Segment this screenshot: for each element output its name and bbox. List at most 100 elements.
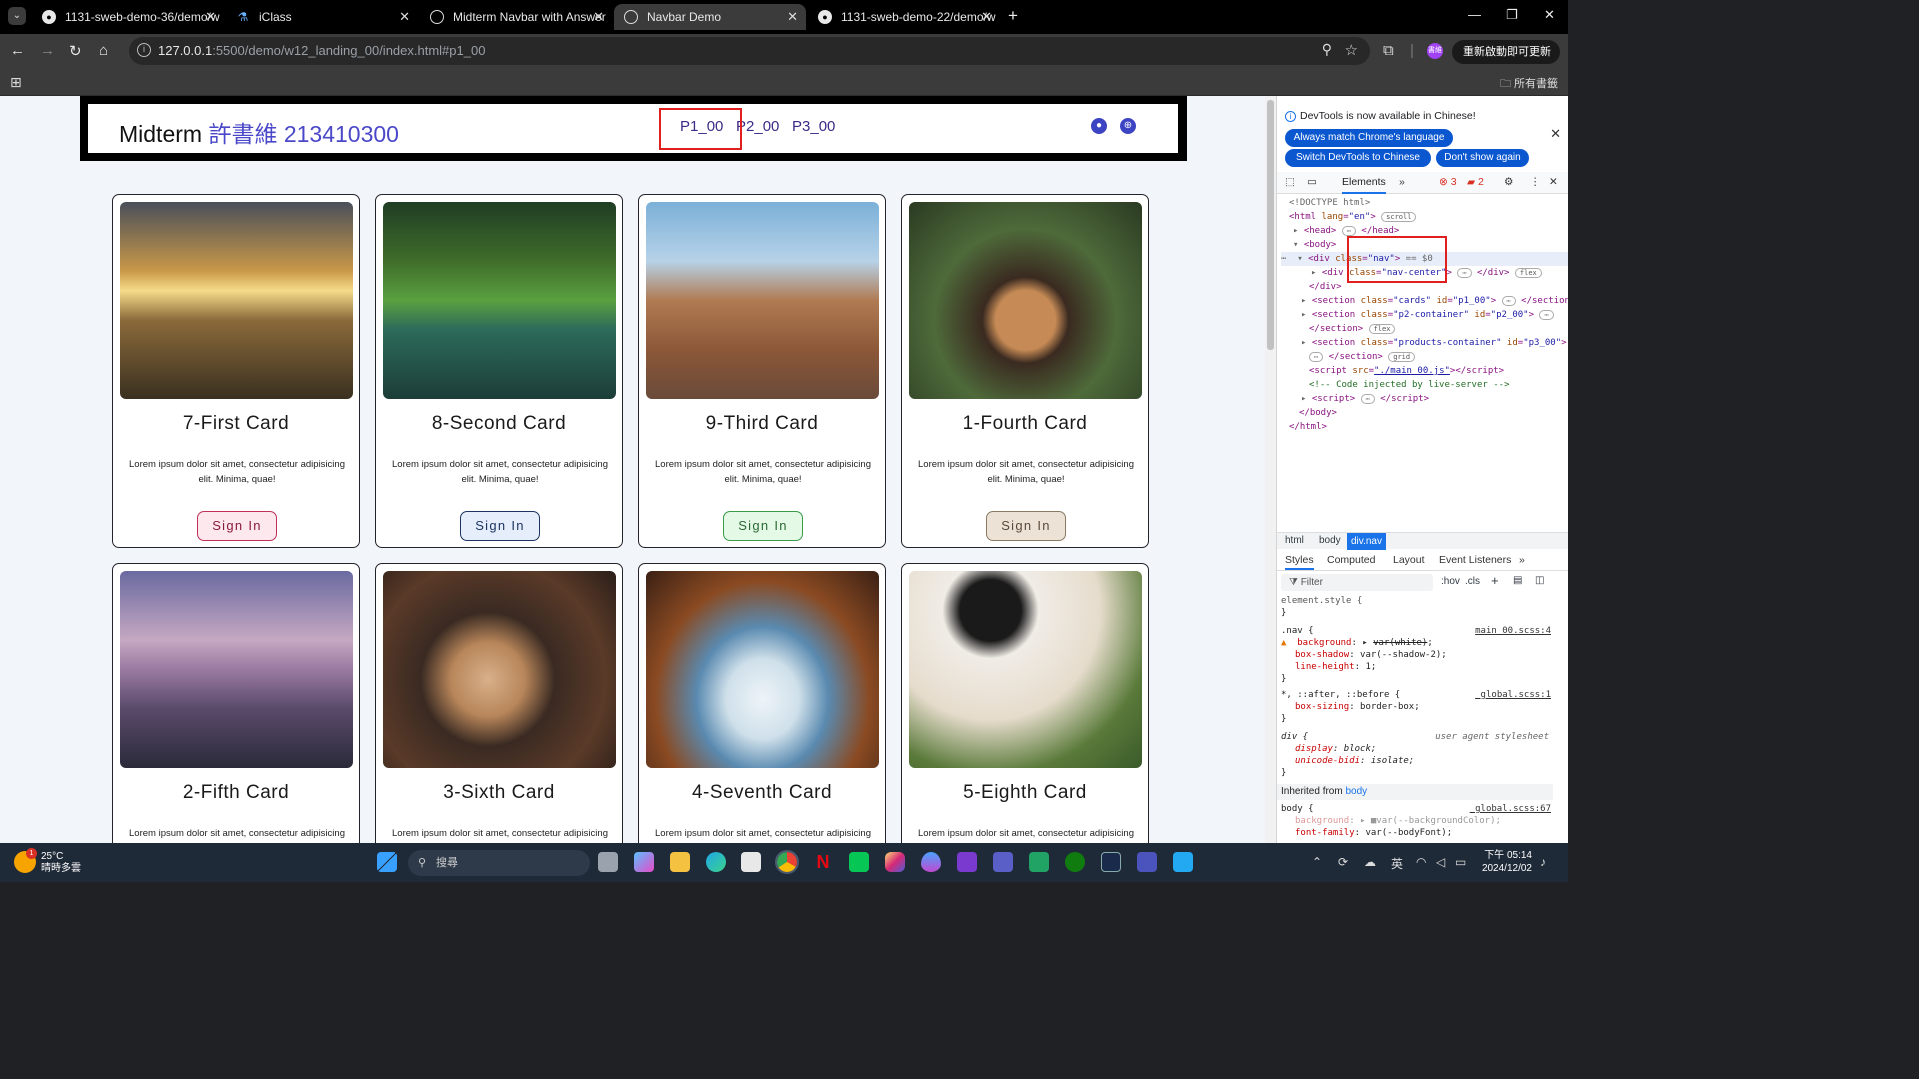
vscode-icon[interactable]	[1173, 852, 1193, 872]
dev-app-icon[interactable]	[1101, 852, 1121, 872]
file-explorer-icon[interactable]	[670, 852, 690, 872]
edge-icon[interactable]	[706, 852, 726, 872]
extensions-icon[interactable]: ⧉	[1383, 42, 1394, 59]
sign-in-button[interactable]: Sign In	[723, 511, 803, 541]
warning-count-badge[interactable]: ▰ 2	[1467, 176, 1484, 188]
close-icon[interactable]: ✕	[205, 4, 216, 30]
tab-navbar-demo[interactable]: Navbar Demo ✕	[614, 4, 806, 30]
battery-icon[interactable]: ▭	[1455, 855, 1466, 869]
css-declaration[interactable]: unicode-bidi: isolate;	[1295, 756, 1414, 768]
forward-button[interactable]: →	[40, 42, 55, 59]
error-count-badge[interactable]: ⊗ 3	[1439, 176, 1457, 188]
css-selector[interactable]: div {	[1281, 732, 1308, 744]
sign-in-button[interactable]: Sign In	[460, 511, 540, 541]
reload-button[interactable]: ↻	[69, 42, 82, 60]
css-declaration[interactable]: ▲ background: ▸ var(white);	[1281, 638, 1433, 650]
chrome-icon[interactable]	[775, 850, 799, 874]
css-declaration[interactable]: box-shadow: var(--shadow-2);	[1295, 650, 1447, 662]
nav-link-p3[interactable]: P3_00	[792, 118, 835, 135]
device-toggle-icon[interactable]: ▭	[1307, 176, 1317, 188]
app-icon[interactable]	[1029, 852, 1049, 872]
kebab-menu-icon[interactable]: ⋮	[1530, 176, 1541, 188]
match-language-button[interactable]: Always match Chrome's language	[1285, 129, 1453, 147]
inherited-body-link[interactable]: body	[1345, 786, 1367, 797]
dont-show-again-button[interactable]: Don't show again	[1436, 149, 1529, 167]
sync-icon[interactable]: ⟳	[1338, 855, 1348, 869]
minimize-button[interactable]: —	[1468, 7, 1481, 22]
dom-node[interactable]: <html lang="en"> scroll	[1289, 210, 1417, 224]
dom-node[interactable]: ▾ <body>	[1293, 238, 1336, 252]
ime-indicator[interactable]: 英	[1391, 855, 1403, 872]
new-tab-button[interactable]: +	[1008, 6, 1018, 26]
dom-comment[interactable]: <!-- Code injected by live-server -->	[1309, 378, 1509, 392]
css-selector[interactable]: *, ::after, ::before {	[1281, 690, 1400, 702]
breadcrumb-body[interactable]: body	[1319, 535, 1341, 546]
dom-node[interactable]: ▸ <section class="cards" id="p1_00"> ⋯ <…	[1301, 294, 1568, 308]
home-button[interactable]: ⌂	[99, 42, 108, 59]
tab-event-listeners[interactable]: Event Listeners	[1439, 554, 1511, 566]
more-tabs-icon[interactable]: »	[1519, 554, 1525, 566]
dom-node[interactable]: ▸ <script> ⋯ </script>	[1301, 392, 1429, 406]
css-declaration[interactable]: display: block;	[1295, 744, 1376, 756]
source-link[interactable]: _global.scss:67	[1470, 804, 1551, 816]
css-selector[interactable]: body {	[1281, 804, 1314, 816]
url-text[interactable]: 127.0.0.1:5500/demo/w12_landing_00/index…	[158, 43, 485, 58]
profile-avatar[interactable]: 書維	[1427, 43, 1443, 59]
dom-node[interactable]: ⋯ </section> grid	[1309, 350, 1416, 364]
site-info-icon[interactable]: i	[137, 43, 151, 57]
task-view-icon[interactable]	[598, 852, 618, 872]
onedrive-icon[interactable]: ☁	[1364, 855, 1376, 869]
teams-work-icon[interactable]	[1137, 852, 1157, 872]
close-icon[interactable]: ✕	[981, 4, 992, 30]
dom-node[interactable]: <!DOCTYPE html>	[1289, 196, 1370, 210]
css-declaration[interactable]: background: ▸ ■var(--backgroundColor);	[1295, 816, 1501, 828]
tab-iclass[interactable]: ⚗ iClass ✕	[226, 4, 418, 30]
tab-github-36[interactable]: ● 1131-sweb-demo-36/demo/w ✕	[32, 4, 224, 30]
update-button[interactable]: 重新啟動即可更新 ⋮	[1452, 40, 1560, 82]
tab-github-22[interactable]: ● 1131-sweb-demo-22/demo/w ✕	[808, 4, 1000, 30]
scrollbar-thumb[interactable]	[1267, 100, 1274, 350]
hov-toggle[interactable]: :hov	[1441, 576, 1460, 587]
netflix-icon[interactable]: N	[813, 852, 833, 872]
dom-node[interactable]: </section> flex	[1309, 322, 1396, 336]
close-icon[interactable]: ✕	[787, 4, 798, 30]
close-icon[interactable]: ✕	[593, 4, 604, 30]
sign-in-button[interactable]: Sign In	[986, 511, 1066, 541]
globe-icon[interactable]: ⊕	[1120, 118, 1136, 134]
cls-toggle[interactable]: .cls	[1465, 576, 1480, 587]
dom-node[interactable]: </body>	[1299, 406, 1337, 420]
close-icon[interactable]: ✕	[399, 4, 410, 30]
settings-gear-icon[interactable]: ⚙	[1504, 176, 1513, 188]
all-bookmarks-button[interactable]: 🗀 所有書籤	[1500, 75, 1558, 94]
close-icon[interactable]: ✕	[1550, 126, 1561, 142]
css-declaration[interactable]: font-family: var(--bodyFont);	[1295, 828, 1452, 840]
teams-icon[interactable]	[993, 852, 1013, 872]
line-icon[interactable]	[849, 852, 869, 872]
dom-node[interactable]: </html>	[1289, 420, 1327, 434]
restore-button[interactable]: ❐	[1506, 7, 1518, 23]
zoom-icon[interactable]: ⚲	[1322, 41, 1332, 58]
copilot-icon[interactable]	[634, 852, 654, 872]
styles-filter-input[interactable]: ⧩ Filter	[1281, 574, 1433, 591]
tab-midterm-navbar[interactable]: Midterm Navbar with Answer ✕	[420, 4, 612, 30]
instagram-icon[interactable]	[885, 852, 905, 872]
sign-in-button[interactable]: Sign In	[197, 511, 277, 541]
source-link[interactable]: main_00.scss:4	[1475, 626, 1551, 638]
tab-layout[interactable]: Layout	[1393, 554, 1425, 566]
volume-icon[interactable]: ◁	[1436, 855, 1445, 869]
github-icon[interactable]: ●	[1091, 118, 1107, 134]
source-link[interactable]: _global.scss:1	[1475, 690, 1551, 702]
messenger-app-icon[interactable]	[957, 852, 977, 872]
apps-grid-icon[interactable]: ⊞	[10, 74, 22, 91]
tab-elements[interactable]: Elements	[1342, 176, 1386, 194]
dom-node[interactable]: <script src="./main_00.js"></script>	[1309, 364, 1504, 378]
address-bar[interactable]: i 127.0.0.1:5500/demo/w12_landing_00/ind…	[129, 37, 1370, 65]
tab-search-button[interactable]: ⌄	[8, 7, 26, 25]
css-rule[interactable]: element.style {	[1281, 596, 1362, 608]
tab-styles[interactable]: Styles	[1285, 554, 1314, 570]
inspect-icon[interactable]: ⬚	[1285, 176, 1295, 188]
store-icon[interactable]	[741, 852, 761, 872]
page-scrollbar[interactable]	[1265, 96, 1276, 843]
close-devtools-icon[interactable]: ✕	[1549, 176, 1558, 188]
taskbar-search[interactable]: ⚲ 搜尋	[408, 850, 590, 876]
